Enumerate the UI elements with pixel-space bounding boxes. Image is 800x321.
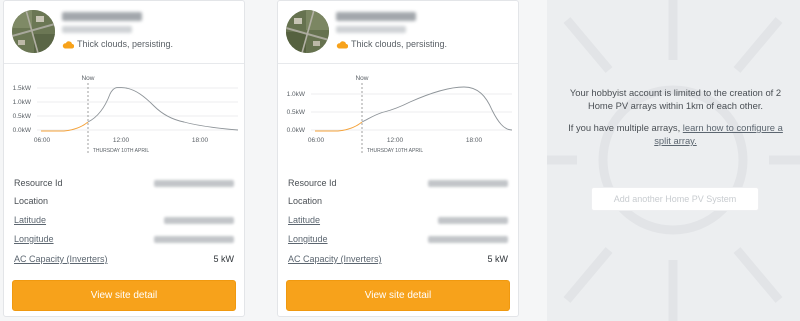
site-card: Thick clouds, persisting. 1.0kW 0.5kW 0.… [277,0,519,317]
add-home-pv-button[interactable]: Add another Home PV System [591,187,759,211]
x-tick-label: 06:00 [34,137,51,144]
chart-date: THURSDAY 10TH APRIL [93,148,149,154]
site-satellite-thumbnail [286,10,329,53]
longitude-value-redacted [428,235,508,243]
site-name-redacted [336,12,416,21]
latitude-value-redacted [164,216,234,224]
weather-status: Thick clouds, persisting. [62,39,173,49]
location-row: Location [288,194,508,208]
power-forecast-chart: 1.5kW 1.0kW 0.5kW 0.0kW Now 06:00 12:00 … [4,70,244,162]
cloud-icon [336,40,348,49]
resource-id-row: Resource Id [14,176,234,190]
x-tick-label: 18:00 [192,137,209,144]
location-row: Location [14,194,234,208]
longitude-value-redacted [154,235,234,243]
x-tick-label: 18:00 [466,137,483,144]
longitude-link[interactable]: Longitude [14,234,54,244]
latitude-link[interactable]: Latitude [288,215,320,225]
y-tick-label: 0.5kW [13,113,32,120]
forecast-line [361,86,513,131]
cloud-icon [62,40,74,49]
site-address-redacted [336,26,406,33]
ac-capacity-link[interactable]: AC Capacity (Inverters) [288,254,382,264]
resource-id-value-redacted [154,179,234,187]
y-tick-label: 0.5kW [287,109,306,116]
longitude-link[interactable]: Longitude [288,234,328,244]
ac-capacity-value: 5 kW [487,254,508,264]
site-address-redacted [62,26,132,33]
weather-text: Thick clouds, persisting. [77,39,174,49]
latitude-row: Latitude [14,213,234,227]
site-name-redacted [62,12,142,21]
ac-capacity-link[interactable]: AC Capacity (Inverters) [14,254,108,264]
y-tick-label: 0.0kW [13,127,32,134]
latitude-value-redacted [438,216,508,224]
limit-text: Your hobbyist account is limited to the … [569,87,782,111]
latitude-row: Latitude [288,213,508,227]
weather-text: Thick clouds, persisting. [351,39,448,49]
split-array-prefix: If you have multiple arrays, [568,122,683,133]
resource-id-value-redacted [428,179,508,187]
ac-capacity-value: 5 kW [213,254,234,264]
y-tick-label: 1.0kW [13,99,32,106]
now-label: Now [355,75,368,82]
resource-id-label: Resource Id [14,178,63,188]
y-tick-label: 1.0kW [287,91,306,98]
site-card: Thick clouds, persisting. 1.5kW 1.0kW 0.… [3,0,245,317]
split-array-text: If you have multiple arrays, learn how t… [567,121,784,147]
longitude-row: Longitude [14,232,234,246]
now-label: Now [81,75,94,82]
site-satellite-thumbnail [12,10,55,53]
site-header: Thick clouds, persisting. [4,1,244,64]
chart-date: THURSDAY 10TH APRIL [367,148,423,154]
y-tick-label: 0.0kW [287,127,306,134]
x-tick-label: 06:00 [308,137,325,144]
account-limit-panel: Your hobbyist account is limited to the … [547,0,800,321]
site-header: Thick clouds, persisting. [278,1,518,64]
sun-watermark-icon [547,0,800,321]
account-limit-message: Your hobbyist account is limited to the … [567,86,784,147]
location-label: Location [14,196,49,206]
ac-capacity-row: AC Capacity (Inverters) 5 kW [288,252,508,266]
resource-id-label: Resource Id [288,178,337,188]
latitude-link[interactable]: Latitude [14,215,46,225]
longitude-row: Longitude [288,232,508,246]
y-tick-label: 1.5kW [13,85,32,92]
forecast-line [87,86,239,131]
x-tick-label: 12:00 [113,137,130,144]
x-tick-label: 12:00 [387,137,404,144]
view-site-detail-button[interactable]: View site detail [286,280,510,311]
ac-capacity-row: AC Capacity (Inverters) 5 kW [14,252,234,266]
location-label: Location [288,196,323,206]
power-forecast-chart: 1.0kW 0.5kW 0.0kW Now 06:00 12:00 18:00 … [278,70,518,162]
view-site-detail-button[interactable]: View site detail [12,280,236,311]
resource-id-row: Resource Id [288,176,508,190]
weather-status: Thick clouds, persisting. [336,39,447,49]
